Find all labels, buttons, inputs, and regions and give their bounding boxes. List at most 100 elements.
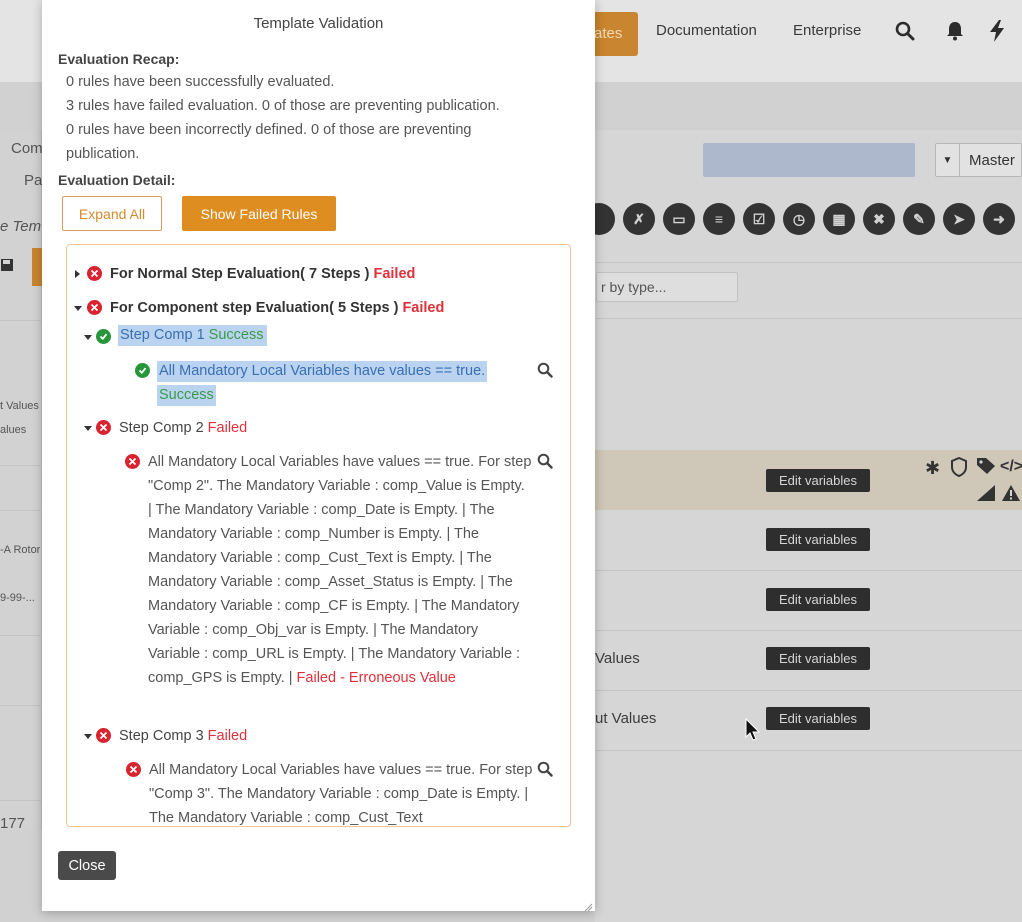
evaluation-tree: For Normal Step Evaluation( 7 Steps ) Fa… — [66, 244, 571, 827]
failed-icon — [87, 266, 102, 281]
close-button[interactable]: Close — [58, 851, 116, 880]
search-icon[interactable] — [894, 20, 916, 42]
left-text-com: Com — [11, 140, 43, 157]
node-label: Step Comp 3 — [119, 728, 204, 744]
edit-variables-button[interactable]: Edit variables — [766, 707, 870, 730]
rule-step-comp-2: All Mandatory Local Variables have value… — [148, 450, 532, 690]
divider — [0, 635, 42, 636]
shield-icon[interactable] — [950, 456, 968, 482]
left-text-values-1: t Values — [0, 400, 39, 412]
row-text-out-values: ut Values — [595, 710, 657, 727]
search-icon[interactable] — [537, 761, 553, 777]
tags-icon[interactable] — [976, 457, 998, 480]
node-status: Success — [208, 327, 264, 343]
node-label: Step Comp 2 — [119, 420, 204, 436]
recap-title: Evaluation Recap: — [58, 51, 180, 67]
rule-text: All Mandatory Local Variables have value… — [149, 762, 533, 826]
caret-down-icon[interactable] — [74, 306, 82, 311]
tree-node-step-comp-3[interactable]: Step Comp 3 Failed — [119, 728, 247, 744]
tree-node-step-comp-2[interactable]: Step Comp 2 Failed — [119, 420, 247, 436]
left-column — [0, 130, 42, 830]
caret-down-icon[interactable] — [84, 426, 92, 431]
rule-text: All Mandatory Local Variables have value… — [148, 454, 532, 686]
tools-icon[interactable]: ✖ — [863, 203, 895, 235]
success-icon — [96, 329, 111, 344]
failed-icon — [96, 728, 111, 743]
filter-by-type-input[interactable]: r by type... — [596, 272, 738, 302]
failed-icon — [87, 300, 102, 315]
clock-icon[interactable]: ◷ — [783, 203, 815, 235]
left-text-number: 177 — [0, 815, 26, 832]
detail-title: Evaluation Detail: — [58, 172, 176, 188]
divider — [0, 465, 42, 466]
warning-icon[interactable] — [1001, 484, 1021, 507]
node-label: For Component step Evaluation( 5 Steps ) — [110, 300, 399, 316]
filter-select[interactable] — [703, 143, 915, 177]
caret-down-icon[interactable] — [84, 734, 92, 739]
calculator-icon[interactable]: ▦ — [823, 203, 855, 235]
arrow-right-icon[interactable]: ➜ — [983, 203, 1015, 235]
left-accent-button[interactable] — [32, 248, 42, 286]
divider — [595, 262, 1022, 263]
divider — [0, 800, 42, 801]
left-text-values-2: alues — [0, 424, 27, 436]
node-status: Failed — [207, 420, 248, 436]
master-select[interactable]: ▼ Master — [935, 143, 1022, 177]
toolbar-icon[interactable]: ☑ — [743, 203, 775, 235]
show-failed-rules-button[interactable]: Show Failed Rules — [182, 196, 336, 231]
edit-variables-button[interactable]: Edit variables — [766, 647, 870, 670]
toolbar-icon[interactable]: ✗ — [623, 203, 655, 235]
code-icon[interactable]: </> — [1000, 458, 1022, 476]
edit-variables-button[interactable]: Edit variables — [766, 588, 870, 611]
tree-node-step-comp-1[interactable]: Step Comp 1 Success — [118, 325, 268, 346]
divider — [595, 630, 1022, 631]
left-text-rotor: -A Rotor — [0, 544, 41, 556]
node-status: Failed — [373, 266, 416, 282]
divider — [595, 570, 1022, 571]
search-icon[interactable] — [537, 362, 553, 378]
right-panel — [595, 130, 1022, 922]
divider — [595, 318, 1022, 319]
nav-item-documentation[interactable]: Documentation — [656, 22, 757, 39]
share-icon[interactable]: ➤ — [943, 203, 975, 235]
divider — [595, 750, 1022, 751]
bolt-icon[interactable] — [986, 20, 1008, 42]
edit-variables-button[interactable]: Edit variables — [766, 469, 870, 492]
asterisk-icon[interactable]: ✱ — [925, 458, 940, 479]
toolbar-icon[interactable]: ▭ — [663, 203, 695, 235]
tree-node-normal-step[interactable]: For Normal Step Evaluation( 7 Steps ) Fa… — [110, 266, 415, 282]
save-icon[interactable] — [0, 258, 28, 286]
rule-status: Success — [157, 385, 216, 406]
success-icon — [135, 363, 150, 378]
row-text-values: Values — [595, 650, 640, 667]
toolbar-icon[interactable]: ≡ — [703, 203, 735, 235]
mouse-cursor-icon — [745, 717, 761, 742]
expand-all-button[interactable]: Expand All — [62, 196, 162, 231]
bell-icon[interactable] — [944, 20, 966, 42]
chevron-down-icon: ▼ — [936, 144, 960, 176]
divider — [0, 320, 42, 321]
search-icon[interactable] — [537, 453, 553, 469]
rule-text: All Mandatory Local Variables have value… — [157, 361, 488, 382]
resize-grip-icon[interactable] — [583, 899, 593, 912]
node-label: For Normal Step Evaluation( 7 Steps ) — [110, 266, 370, 282]
edit-variables-button[interactable]: Edit variables — [766, 528, 870, 551]
recap-line: 0 rules have been successfully evaluated… — [66, 74, 335, 90]
nav-item-active[interactable]: ates — [590, 12, 638, 56]
caret-right-icon[interactable] — [75, 270, 80, 278]
left-text-code: 9-99-... — [0, 592, 35, 604]
edit-icon[interactable]: ✎ — [903, 203, 935, 235]
divider — [0, 510, 42, 511]
caret-down-icon[interactable] — [84, 335, 92, 340]
failed-icon — [126, 762, 141, 777]
recap-line: 0 rules have been incorrectly defined. 0… — [66, 122, 472, 162]
tree-node-component-step[interactable]: For Component step Evaluation( 5 Steps )… — [110, 300, 444, 316]
master-select-label: Master — [969, 152, 1015, 169]
node-status: Failed — [402, 300, 445, 316]
nav-item-enterprise[interactable]: Enterprise — [793, 22, 861, 39]
modal-title: Template Validation — [253, 15, 384, 32]
node-status: Failed — [207, 728, 248, 744]
left-text-pa: Pa — [24, 172, 43, 189]
ruler-icon[interactable] — [975, 484, 997, 507]
divider — [0, 705, 42, 706]
